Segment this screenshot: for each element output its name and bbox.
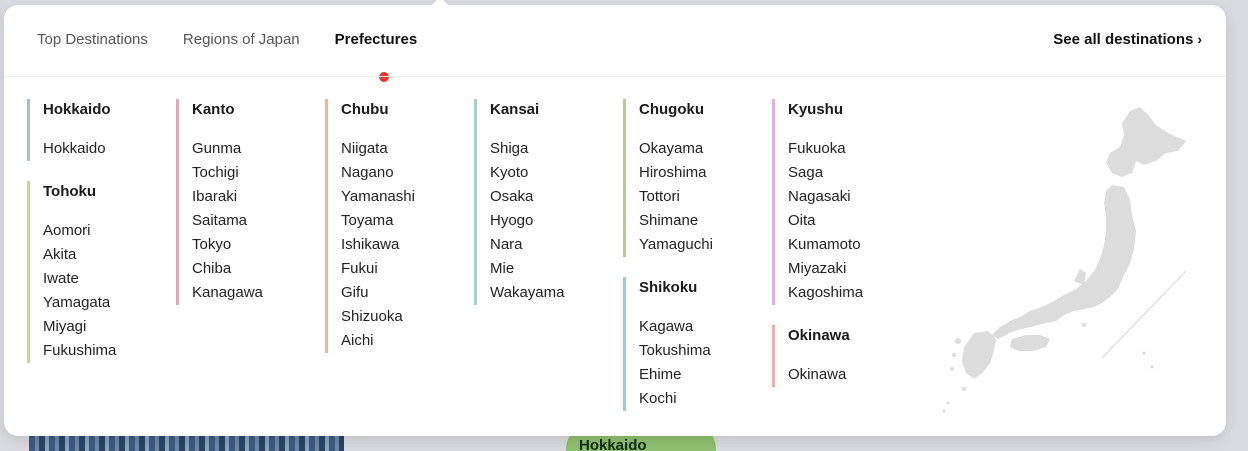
prefecture-link[interactable]: Tottori <box>639 185 772 209</box>
prefecture-link[interactable]: Yamaguchi <box>639 233 772 257</box>
region-group-kanto: Kanto Gunma Tochigi Ibaraki Saitama Tokyo Chib… <box>176 99 325 305</box>
region-group-shikoku: Shikoku Kagawa Tokushima Ehime Kochi <box>623 277 772 411</box>
prefecture-link[interactable]: Mie <box>490 257 623 281</box>
prefecture-link[interactable]: Miyazaki <box>788 257 921 281</box>
prefecture-link[interactable]: Tochigi <box>192 161 325 185</box>
region-title[interactable]: Kansai <box>490 99 623 119</box>
prefecture-link[interactable]: Nagasaki <box>788 185 921 209</box>
prefecture-link[interactable]: Tokushima <box>639 339 772 363</box>
prefecture-link[interactable]: Chiba <box>192 257 325 281</box>
region-title[interactable]: Kyushu <box>788 99 921 119</box>
prefecture-link[interactable]: Nara <box>490 233 623 257</box>
region-title[interactable]: Kanto <box>192 99 325 119</box>
prefecture-link[interactable]: Nagano <box>341 161 474 185</box>
prefecture-columns: Hokkaido Hokkaido Tohoku Aomori Akita Iwate Ya… <box>27 99 921 431</box>
prefecture-link[interactable]: Kyoto <box>490 161 623 185</box>
prefecture-link[interactable]: Saitama <box>192 209 325 233</box>
prefecture-link[interactable]: Aichi <box>341 329 474 353</box>
chevron-right-icon: › <box>1197 31 1202 47</box>
background-map-label: Hokkaido <box>579 437 647 451</box>
prefecture-link[interactable]: Saga <box>788 161 921 185</box>
prefecture-link[interactable]: Oita <box>788 209 921 233</box>
prefecture-link[interactable]: Okayama <box>639 137 772 161</box>
region-group-tohoku: Tohoku Aomori Akita Iwate Yamagata Miyagi Fuku… <box>27 181 176 363</box>
prefecture-link[interactable]: Kochi <box>639 387 772 411</box>
prefecture-link[interactable]: Fukushima <box>43 339 176 363</box>
prefecture-link[interactable]: Ehime <box>639 363 772 387</box>
prefecture-link[interactable]: Kumamoto <box>788 233 921 257</box>
japan-map-icon <box>942 107 1187 413</box>
region-group-chugoku: Chugoku Okayama Hiroshima Tottori Shimane Yam… <box>623 99 772 257</box>
active-tab-indicator <box>379 72 389 82</box>
prefecture-link[interactable]: Okinawa <box>788 363 921 387</box>
region-title[interactable]: Chugoku <box>639 99 772 119</box>
region-title[interactable]: Shikoku <box>639 277 772 297</box>
prefecture-link[interactable]: Miyagi <box>43 315 176 339</box>
region-title[interactable]: Chubu <box>341 99 474 119</box>
tab-prefectures[interactable]: Prefectures <box>335 31 418 51</box>
divider <box>4 76 1226 77</box>
prefecture-link[interactable]: Hokkaido <box>43 137 176 161</box>
prefecture-link[interactable]: Shimane <box>639 209 772 233</box>
prefecture-link[interactable]: Shizuoka <box>341 305 474 329</box>
prefecture-link[interactable]: Kanagawa <box>192 281 325 305</box>
region-group-kansai: Kansai Shiga Kyoto Osaka Hyogo Nara Mie Wakayam… <box>474 99 623 305</box>
prefecture-link[interactable]: Tokyo <box>192 233 325 257</box>
see-all-destinations-link[interactable]: See all destinations › <box>1053 31 1202 48</box>
tab-regions-of-japan[interactable]: Regions of Japan <box>183 31 300 51</box>
region-group-chubu: Chubu Niigata Nagano Yamanashi Toyama Ishikaw… <box>325 99 474 353</box>
destination-tabs: Top Destinations Regions of Japan Prefec… <box>37 31 417 51</box>
prefecture-link[interactable]: Ishikawa <box>341 233 474 257</box>
prefecture-link[interactable]: Fukuoka <box>788 137 921 161</box>
prefecture-link[interactable]: Niigata <box>341 137 474 161</box>
region-group-kyushu: Kyushu Fukuoka Saga Nagasaki Oita Kumamoto Miy… <box>772 99 921 305</box>
region-column: Hokkaido Hokkaido Tohoku Aomori Akita Iwate Ya… <box>27 99 176 431</box>
region-column: Chubu Niigata Nagano Yamanashi Toyama Ishikaw… <box>325 99 474 431</box>
prefecture-link[interactable]: Wakayama <box>490 281 623 305</box>
prefecture-link[interactable]: Gunma <box>192 137 325 161</box>
prefecture-link[interactable]: Hiroshima <box>639 161 772 185</box>
region-title[interactable]: Hokkaido <box>43 99 176 119</box>
tab-top-destinations[interactable]: Top Destinations <box>37 31 148 51</box>
prefecture-link[interactable]: Kagawa <box>639 315 772 339</box>
prefecture-link[interactable]: Iwate <box>43 267 176 291</box>
region-title[interactable]: Tohoku <box>43 181 176 201</box>
region-group-hokkaido: Hokkaido Hokkaido <box>27 99 176 161</box>
prefecture-link[interactable]: Hyogo <box>490 209 623 233</box>
region-column: Kanto Gunma Tochigi Ibaraki Saitama Tokyo Chib… <box>176 99 325 431</box>
prefecture-link[interactable]: Shiga <box>490 137 623 161</box>
destinations-dropdown: Top Destinations Regions of Japan Prefec… <box>4 0 1226 436</box>
region-column: Kansai Shiga Kyoto Osaka Hyogo Nara Mie Wakayam… <box>474 99 623 431</box>
prefecture-link[interactable]: Kagoshima <box>788 281 921 305</box>
prefecture-link[interactable]: Toyama <box>341 209 474 233</box>
prefecture-link[interactable]: Ibaraki <box>192 185 325 209</box>
prefecture-link[interactable]: Yamanashi <box>341 185 474 209</box>
prefecture-link[interactable]: Gifu <box>341 281 474 305</box>
prefecture-link[interactable]: Yamagata <box>43 291 176 315</box>
prefecture-link[interactable]: Akita <box>43 243 176 267</box>
prefecture-link[interactable]: Fukui <box>341 257 474 281</box>
region-column: Kyushu Fukuoka Saga Nagasaki Oita Kumamoto Miy… <box>772 99 921 431</box>
region-column: Chugoku Okayama Hiroshima Tottori Shimane Yam… <box>623 99 772 431</box>
prefecture-link[interactable]: Osaka <box>490 185 623 209</box>
region-title[interactable]: Okinawa <box>788 325 921 345</box>
region-group-okinawa: Okinawa Okinawa <box>772 325 921 387</box>
prefecture-link[interactable]: Aomori <box>43 219 176 243</box>
dropdown-caret <box>430 0 450 17</box>
see-all-label: See all destinations <box>1053 31 1194 48</box>
